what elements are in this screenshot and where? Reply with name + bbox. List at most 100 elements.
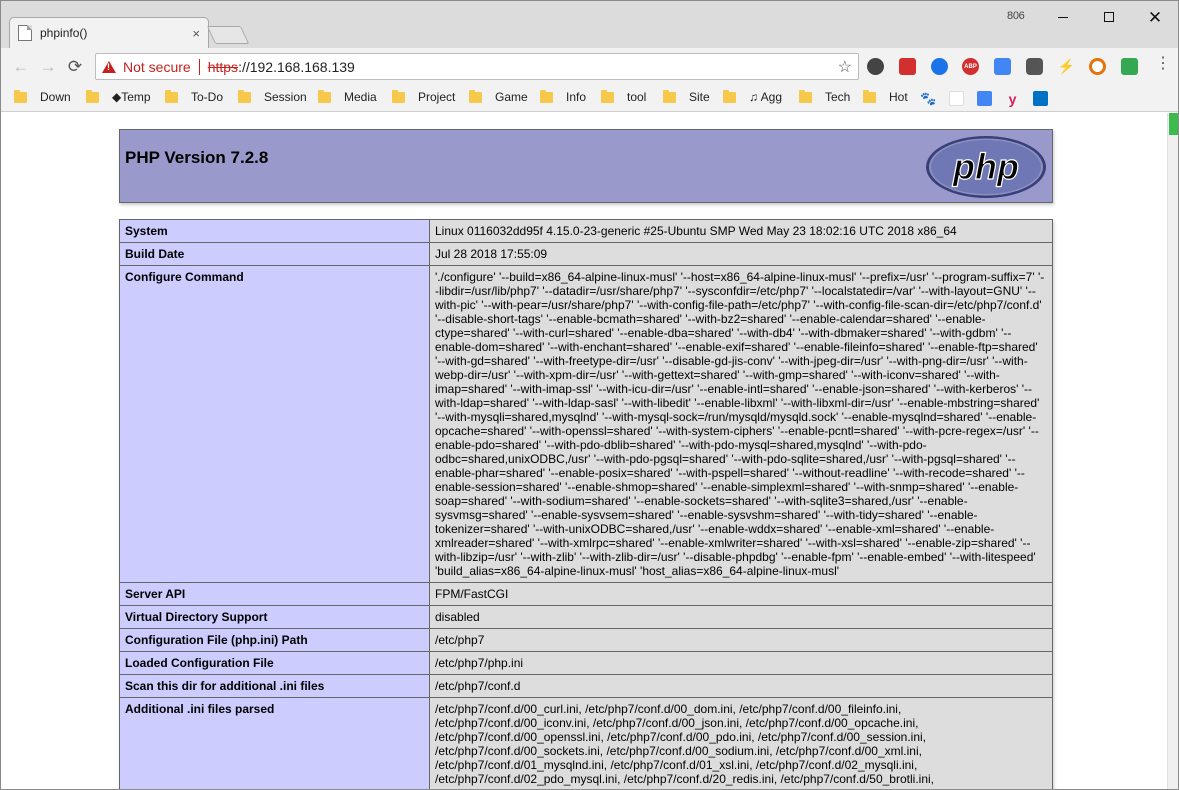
- bookmark-folder-game[interactable]: Game: [469, 89, 528, 104]
- bookmark-folder-hot[interactable]: Hot: [863, 89, 908, 104]
- bookmark-folder-tech[interactable]: Tech: [799, 89, 851, 104]
- maximize-icon: [1104, 12, 1114, 22]
- bookmark-label: Tech: [825, 90, 851, 104]
- info-row: Scan this dir for additional .ini files /…: [119, 674, 1053, 698]
- url-host: ://192.168.168.139: [238, 58, 355, 75]
- info-key: Scan this dir for additional .ini files: [119, 674, 430, 698]
- folder-icon: [663, 89, 676, 103]
- folder-icon: [165, 89, 178, 103]
- php-logo-text: php: [952, 146, 1019, 187]
- info-row: Server API FPM/FastCGI: [119, 582, 1053, 606]
- bookmark-label: ◆Temp: [112, 90, 151, 104]
- folder-icon: [469, 89, 482, 103]
- folder-icon: [540, 89, 553, 103]
- bookmark-label: Game: [495, 90, 528, 104]
- new-tab-button[interactable]: [206, 26, 250, 44]
- browser-menu-icon[interactable]: ⋮: [1155, 56, 1171, 72]
- folder-icon: [86, 89, 99, 103]
- info-key: Configuration File (php.ini) Path: [119, 628, 430, 652]
- bookmark-star-icon[interactable]: ☆: [838, 57, 852, 77]
- pocket-icon[interactable]: [1026, 58, 1043, 75]
- extension-refresh-icon[interactable]: [931, 58, 948, 75]
- info-row: Configure Command './configure' '--build=…: [119, 265, 1053, 583]
- close-window-button[interactable]: ✕: [1132, 1, 1178, 33]
- info-value: /etc/php7/conf.d/00_curl.ini, /etc/php7/…: [429, 697, 1053, 789]
- folder-icon: [601, 89, 614, 103]
- forward-button[interactable]: →: [37, 56, 59, 78]
- bookmark-folder-project[interactable]: Project: [392, 89, 455, 104]
- red-bookmark-icon[interactable]: [949, 91, 964, 106]
- extension-color-icon[interactable]: [1121, 58, 1138, 75]
- bookmark-folder-tool[interactable]: tool: [601, 89, 647, 104]
- info-value: /etc/php7/php.ini: [429, 651, 1053, 675]
- php-info-table: System Linux 0116032dd95f 4.15.0-23-gener…: [119, 219, 1053, 789]
- profile-badge[interactable]: 806: [1007, 10, 1025, 22]
- tab-title: phpinfo(): [40, 26, 88, 40]
- lightning-icon[interactable]: ⚡: [1058, 58, 1075, 75]
- bookmark-folder-temp[interactable]: ◆Temp: [86, 89, 151, 104]
- extension-feed-icon[interactable]: [899, 58, 916, 75]
- minimize-icon: [1058, 16, 1068, 18]
- vertical-scrollbar[interactable]: [1167, 113, 1178, 789]
- folder-icon: [799, 89, 812, 103]
- folder-icon: [318, 89, 331, 103]
- bookmark-label: Session: [264, 90, 307, 104]
- tab-close-icon[interactable]: ×: [192, 26, 200, 41]
- info-key: Server API: [119, 582, 430, 606]
- bookmark-folder-session[interactable]: Session: [238, 89, 307, 104]
- warning-icon: [102, 60, 116, 73]
- info-row: Build Date Jul 28 2018 17:55:09: [119, 242, 1053, 266]
- bookmark-folder-agg[interactable]: ♫ Agg: [723, 89, 783, 104]
- yahoo-bookmark-icon[interactable]: y: [1005, 91, 1020, 107]
- adblock-label: ABP: [964, 63, 977, 70]
- info-key: Additional .ini files parsed: [119, 697, 430, 789]
- browser-window: phpinfo() × 806 ✕ ← → ⟳ Not secure https…: [0, 0, 1179, 790]
- php-header: PHP Version 7.2.8 php: [119, 129, 1053, 203]
- info-row: Additional .ini files parsed/etc/php7/co…: [119, 697, 1053, 789]
- bookmark-folder-site[interactable]: Site: [663, 89, 710, 104]
- info-value: FPM/FastCGI: [429, 582, 1053, 606]
- info-key: Loaded Configuration File: [119, 651, 430, 675]
- php-logo-icon: php: [926, 136, 1046, 198]
- bookmark-label: Hot: [889, 90, 908, 104]
- bookmark-folder-info[interactable]: Info: [540, 89, 587, 104]
- info-row: Loaded Configuration File/etc/php7/php.i…: [119, 651, 1053, 675]
- info-value: Linux 0116032dd95f 4.15.0-23-generic #25…: [429, 219, 1053, 243]
- bookmark-label: Media: [344, 90, 377, 104]
- info-value: './configure' '--build=x86_64-alpine-lin…: [429, 265, 1053, 583]
- bookmark-label: ♫ Agg: [749, 90, 783, 104]
- adblock-plus-icon[interactable]: ABP: [962, 58, 979, 75]
- info-row: Virtual Directory Support disabled: [119, 605, 1053, 629]
- info-row: Configuration File (php.ini) Path/etc/ph…: [119, 628, 1053, 652]
- bookmark-label: Info: [566, 90, 587, 104]
- folder-icon: [238, 89, 251, 103]
- outlook-bookmark-icon[interactable]: [1033, 91, 1048, 106]
- bookmark-folder-down[interactable]: Down: [14, 89, 71, 104]
- back-button[interactable]: ←: [10, 56, 32, 78]
- translate-icon[interactable]: [994, 58, 1011, 75]
- bookmark-folder-todo[interactable]: To-Do: [165, 89, 224, 104]
- bookmark-label: To-Do: [191, 90, 224, 104]
- bookmark-label: tool: [627, 90, 647, 104]
- close-icon: ✕: [1147, 7, 1163, 27]
- extension-bird-icon[interactable]: [867, 58, 884, 75]
- info-value: /etc/php7/conf.d: [429, 674, 1053, 698]
- bookmark-label: Down: [40, 90, 71, 104]
- security-indicator[interactable]: Not secure: [123, 59, 191, 75]
- address-divider: [198, 58, 200, 75]
- minimize-button[interactable]: [1040, 1, 1086, 33]
- folder-icon: [863, 89, 876, 103]
- scrollbar-thumb[interactable]: [1169, 113, 1178, 135]
- bookmark-label: Site: [689, 90, 710, 104]
- folder-icon: [14, 89, 27, 103]
- url-scheme: https: [207, 58, 239, 75]
- tab-phpinfo[interactable]: phpinfo() ×: [9, 17, 209, 48]
- reload-button[interactable]: ⟳: [64, 56, 86, 78]
- translate-bookmark-icon[interactable]: [977, 91, 992, 106]
- address-bar[interactable]: Not secure https://192.168.168.139 ☆: [95, 53, 859, 80]
- extension-ring-icon[interactable]: [1089, 58, 1106, 75]
- folder-icon: [392, 89, 405, 103]
- bookmark-folder-media[interactable]: Media: [318, 89, 377, 104]
- maximize-button[interactable]: [1086, 1, 1132, 33]
- paw-bookmark-icon[interactable]: 🐾: [920, 91, 936, 106]
